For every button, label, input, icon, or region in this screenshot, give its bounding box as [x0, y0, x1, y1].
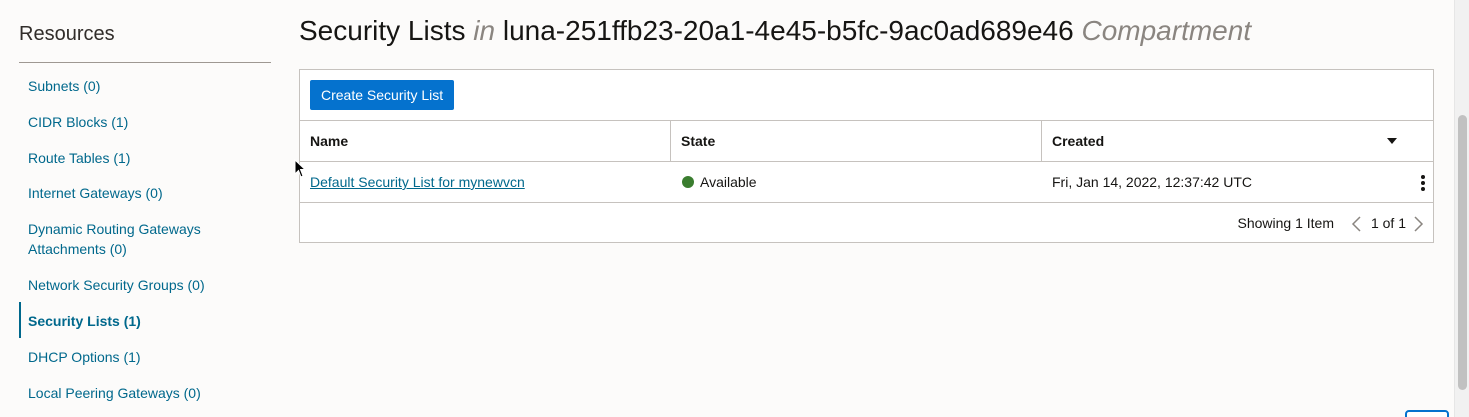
table-footer: Showing 1 Item 1 of 1	[300, 203, 1433, 243]
table-row: Default Security List for mynewvcn Avail…	[300, 162, 1433, 203]
sidebar-item-route-tables[interactable]: Route Tables (1)	[19, 148, 271, 168]
sidebar-item-label: Local Peering Gateways (0)	[28, 385, 201, 401]
create-security-list-button[interactable]: Create Security List	[310, 80, 455, 110]
resources-list: Subnets (0) CIDR Blocks (1) Route Tables…	[19, 76, 271, 403]
sidebar-item-label: Dynamic Routing Gateways Attachments (0)	[28, 221, 201, 257]
showing-count: Showing 1 Item	[1237, 215, 1335, 231]
page-title-compartment-name: luna-251ffb23-20a1-4e45-b5fc-9ac0ad689e4…	[502, 15, 1074, 46]
row-state-text: Available	[700, 174, 757, 190]
scrollbar-thumb[interactable]	[1458, 115, 1467, 390]
help-widget-button[interactable]	[1405, 410, 1449, 417]
chevron-right-icon[interactable]	[1411, 216, 1425, 232]
sidebar-item-label: DHCP Options (1)	[28, 349, 141, 365]
security-lists-panel: Create Security List Name State Created …	[299, 69, 1434, 243]
column-header-created-label: Created	[1052, 133, 1105, 149]
sidebar-item-internet-gateways[interactable]: Internet Gateways (0)	[19, 183, 271, 203]
resources-title: Resources	[19, 23, 115, 45]
sidebar-item-label: Security Lists (1)	[28, 313, 141, 329]
resources-divider	[19, 62, 271, 63]
sidebar-item-network-security-groups[interactable]: Network Security Groups (0)	[19, 275, 271, 295]
sidebar-item-local-peering-gateways[interactable]: Local Peering Gateways (0)	[19, 383, 271, 403]
column-header-state[interactable]: State	[670, 121, 1042, 161]
status-available-icon	[682, 176, 694, 188]
sidebar-item-dhcp-options[interactable]: DHCP Options (1)	[19, 347, 271, 367]
sidebar-item-drg-attachments[interactable]: Dynamic Routing Gateways Attachments (0)	[19, 219, 219, 259]
row-actions-kebab-icon[interactable]	[1421, 175, 1425, 191]
sidebar-item-label: Internet Gateways (0)	[28, 185, 163, 201]
security-list-link[interactable]: Default Security List for mynewvcn	[310, 174, 525, 190]
sidebar-item-label: CIDR Blocks (1)	[28, 114, 129, 130]
page-title-in: in	[473, 15, 496, 46]
sidebar-item-security-lists[interactable]: Security Lists (1)	[19, 302, 271, 338]
page-title: Security Lists in luna-251ffb23-20a1-4e4…	[299, 15, 1251, 47]
page-title-resource: Security Lists	[299, 15, 466, 46]
sidebar-item-subnets[interactable]: Subnets (0)	[19, 76, 271, 96]
chevron-left-icon[interactable]	[1350, 216, 1364, 232]
table-header: Name State Created	[300, 120, 1433, 162]
sidebar-item-label: Route Tables (1)	[28, 150, 131, 166]
row-created-cell: Fri, Jan 14, 2022, 12:37:42 UTC	[1052, 174, 1252, 190]
sidebar-item-cidr-blocks[interactable]: CIDR Blocks (1)	[19, 112, 271, 132]
sidebar-item-label: Subnets (0)	[28, 78, 101, 94]
page-title-compartment-word: Compartment	[1081, 15, 1252, 46]
sort-caret-down-icon[interactable]	[1387, 138, 1397, 144]
vertical-scrollbar[interactable]	[1454, 0, 1469, 417]
pagination-page: 1 of 1	[1370, 215, 1406, 231]
mouse-pointer-icon	[294, 159, 306, 178]
row-state-cell: Available	[682, 162, 757, 202]
row-name-cell: Default Security List for mynewvcn	[310, 162, 525, 202]
resources-sidebar: Resources Subnets (0) CIDR Blocks (1) Ro…	[0, 0, 285, 417]
column-header-name[interactable]: Name	[300, 121, 671, 161]
column-header-created[interactable]: Created	[1041, 121, 1433, 161]
sidebar-item-label: Network Security Groups (0)	[28, 277, 205, 293]
